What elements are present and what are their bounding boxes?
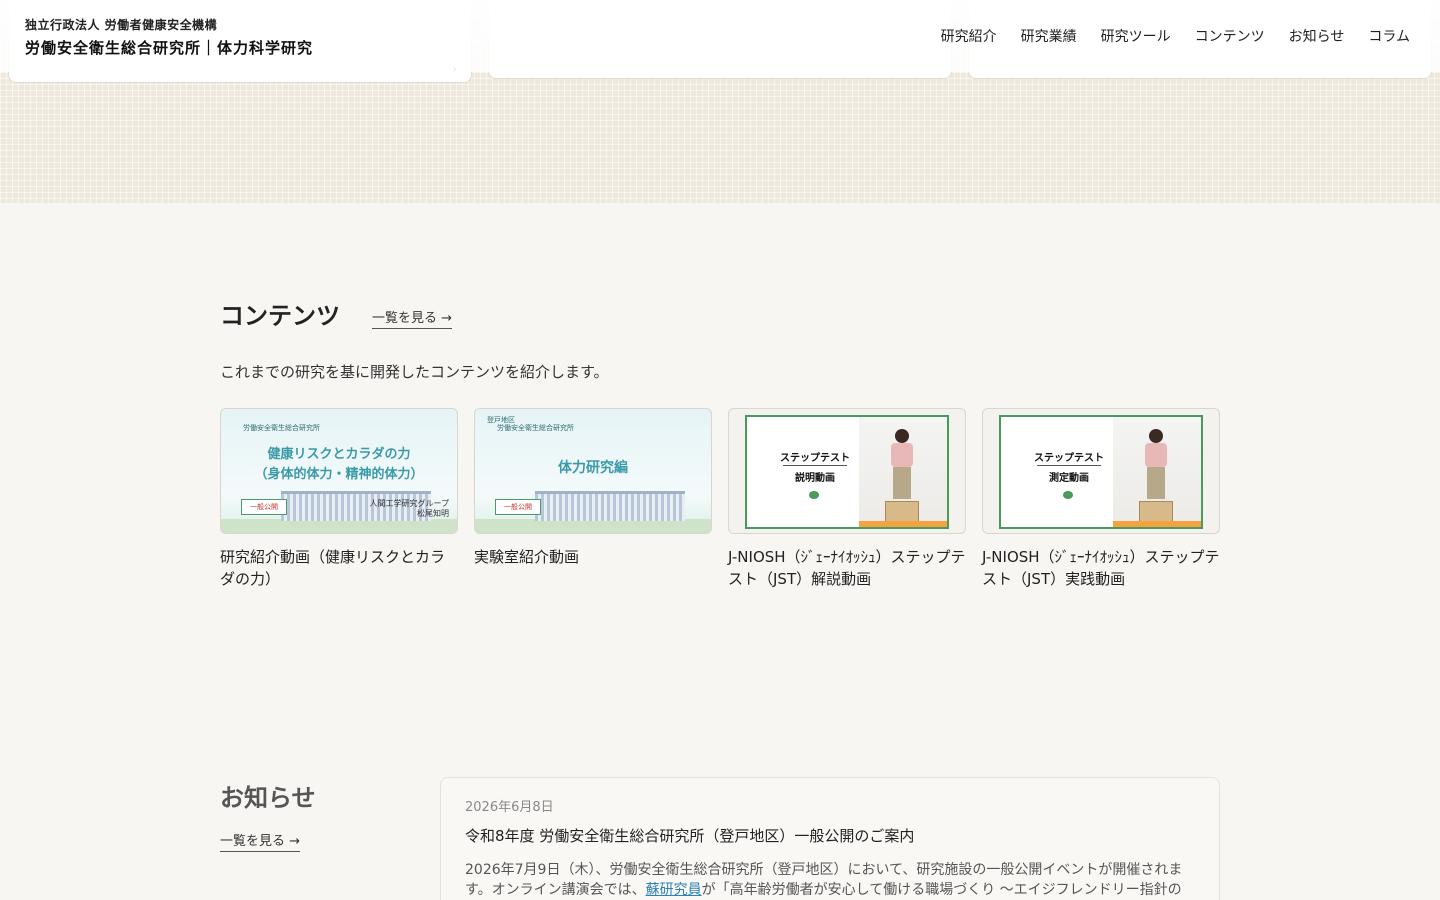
news-date: 2026年6月8日: [465, 800, 554, 815]
card-label[interactable]: 実験室紹介動画: [474, 546, 712, 568]
contents-more-link[interactable]: 一覧を見る →: [372, 307, 453, 329]
news-title: お知らせ: [220, 784, 316, 812]
video-thumbnail[interactable]: ステップテスト 説明動画: [728, 408, 966, 534]
nav-column[interactable]: コラム: [1368, 26, 1410, 46]
contents-card-list: 労働安全衛生総合研究所 健康リスクとカラダの力 （身体的体力・精神的体力） 一般…: [220, 408, 1220, 590]
content-card-lab-video[interactable]: 登戸地区 労働安全衛生総合研究所 体力研究編 一般公開 実験室紹介動画: [474, 408, 712, 590]
thumb-sign: 一般公開: [495, 499, 541, 515]
person-head: [895, 429, 909, 443]
thumb-credit-group: 人間工学研究グループ: [369, 499, 449, 508]
thumb-title: ステップテスト: [1034, 453, 1104, 464]
thumb-photo: [859, 417, 947, 527]
thumb-building: [535, 491, 685, 521]
nav-achievements[interactable]: 研究業績: [1021, 26, 1077, 46]
brand-org: 独立行政法人 労働者健康安全機構: [25, 18, 218, 32]
thumb-frame: ステップテスト 説明動画: [745, 415, 949, 529]
news-more-link[interactable]: 一覧を見る →: [220, 830, 301, 852]
thumb-subtitle: 測定動画: [1049, 473, 1089, 484]
thumb-ground: [221, 519, 457, 533]
thumb-org: 労働安全衛生総合研究所: [497, 424, 574, 432]
orange-strip: [859, 521, 947, 527]
news-item[interactable]: 2026年6月8日 令和8年度 労働安全衛生総合研究所（登戸地区）一般公開のご案…: [440, 777, 1220, 900]
thumb-divider: [783, 465, 847, 466]
video-thumbnail[interactable]: 登戸地区 労働安全衛生総合研究所 体力研究編 一般公開: [474, 408, 712, 534]
person-body: [1145, 443, 1167, 467]
thumb-photo: [1113, 417, 1201, 527]
step-box: [1139, 501, 1173, 523]
card-label[interactable]: J-NIOSH（ｼﾞｪｰﾅｲｵｯｼｭ）ステップテスト（JST）解説動画: [728, 546, 966, 590]
thumb-sign: 一般公開: [241, 499, 287, 515]
logo-icon: [809, 491, 819, 499]
global-nav: 研究紹介 研究業績 研究ツール コンテンツ お知らせ コラム: [941, 26, 1410, 46]
nav-tools[interactable]: 研究ツール: [1101, 26, 1171, 46]
nav-research-intro[interactable]: 研究紹介: [941, 26, 997, 46]
content-card-jst-practice[interactable]: ステップテスト 測定動画 J-NIOSH（ｼﾞｪｰﾅｲｵｯｼｭ）ステップテスト（…: [982, 408, 1220, 590]
brand-title: 労働安全衛生総合研究所｜体力科学研究: [25, 39, 314, 57]
thumb-title: ステップテスト: [780, 453, 850, 464]
orange-strip: [1113, 521, 1201, 527]
person-legs: [1147, 467, 1165, 499]
news-body: 2026年7月9日（木）、労働安全衛生総合研究所（登戸地区）において、研究施設の…: [465, 860, 1195, 900]
news-section: お知らせ 一覧を見る →: [220, 778, 316, 852]
thumb-title: 健康リスクとカラダの力: [267, 447, 411, 462]
thumb-credit: 人間工学研究グループ 松尾知明: [369, 499, 449, 519]
nav-news[interactable]: お知らせ: [1289, 26, 1345, 46]
thumb-frame: ステップテスト 測定動画: [999, 415, 1203, 529]
thumb-title: 体力研究編: [558, 460, 628, 476]
video-thumbnail[interactable]: 労働安全衛生総合研究所 健康リスクとカラダの力 （身体的体力・精神的体力） 一般…: [220, 408, 458, 534]
news-body-text: が「高年齢労働者が安心して働ける職場づくり 〜エイジフレンドリー指針の: [701, 882, 1182, 898]
step-box: [885, 501, 919, 523]
thumb-divider: [1037, 465, 1101, 466]
card-label[interactable]: 研究紹介動画（健康リスクとカラダの力）: [220, 546, 458, 590]
person-body: [891, 443, 913, 467]
site-brand[interactable]: 独立行政法人 労働者健康安全機構 労働安全衛生総合研究所｜体力科学研究: [25, 16, 313, 58]
logo-icon: [1063, 491, 1073, 499]
person-legs: [893, 467, 911, 499]
thumb-subtitle: 説明動画: [795, 473, 835, 484]
contents-title: コンテンツ: [220, 302, 340, 330]
thumb-org: 労働安全衛生総合研究所: [243, 424, 320, 432]
nav-contents[interactable]: コンテンツ: [1195, 26, 1265, 46]
news-headline[interactable]: 令和8年度 労働安全衛生総合研究所（登戸地区）一般公開のご案内: [465, 825, 1195, 846]
site-header: 独立行政法人 労働者健康安全機構 労働安全衛生総合研究所｜体力科学研究 研究紹介…: [0, 0, 1440, 72]
card-label[interactable]: J-NIOSH（ｼﾞｪｰﾅｲｵｯｼｭ）ステップテスト（JST）実践動画: [982, 546, 1220, 590]
researcher-link[interactable]: 蘇研究員: [646, 882, 702, 898]
thumb-ground: [475, 519, 711, 533]
contents-description: これまでの研究を基に開発したコンテンツを紹介します。: [220, 363, 609, 381]
video-thumbnail[interactable]: ステップテスト 測定動画: [982, 408, 1220, 534]
person-head: [1149, 429, 1163, 443]
thumb-credit-name: 松尾知明: [417, 509, 449, 518]
content-card-jst-explain[interactable]: ステップテスト 説明動画 J-NIOSH（ｼﾞｪｰﾅｲｵｯｼｭ）ステップテスト（…: [728, 408, 966, 590]
content-card-research-video[interactable]: 労働安全衛生総合研究所 健康リスクとカラダの力 （身体的体力・精神的体力） 一般…: [220, 408, 458, 590]
contents-section: コンテンツ 一覧を見る → これまでの研究を基に開発したコンテンツを紹介します。…: [220, 296, 1220, 590]
thumb-subtitle: （身体的体力・精神的体力）: [254, 467, 424, 482]
